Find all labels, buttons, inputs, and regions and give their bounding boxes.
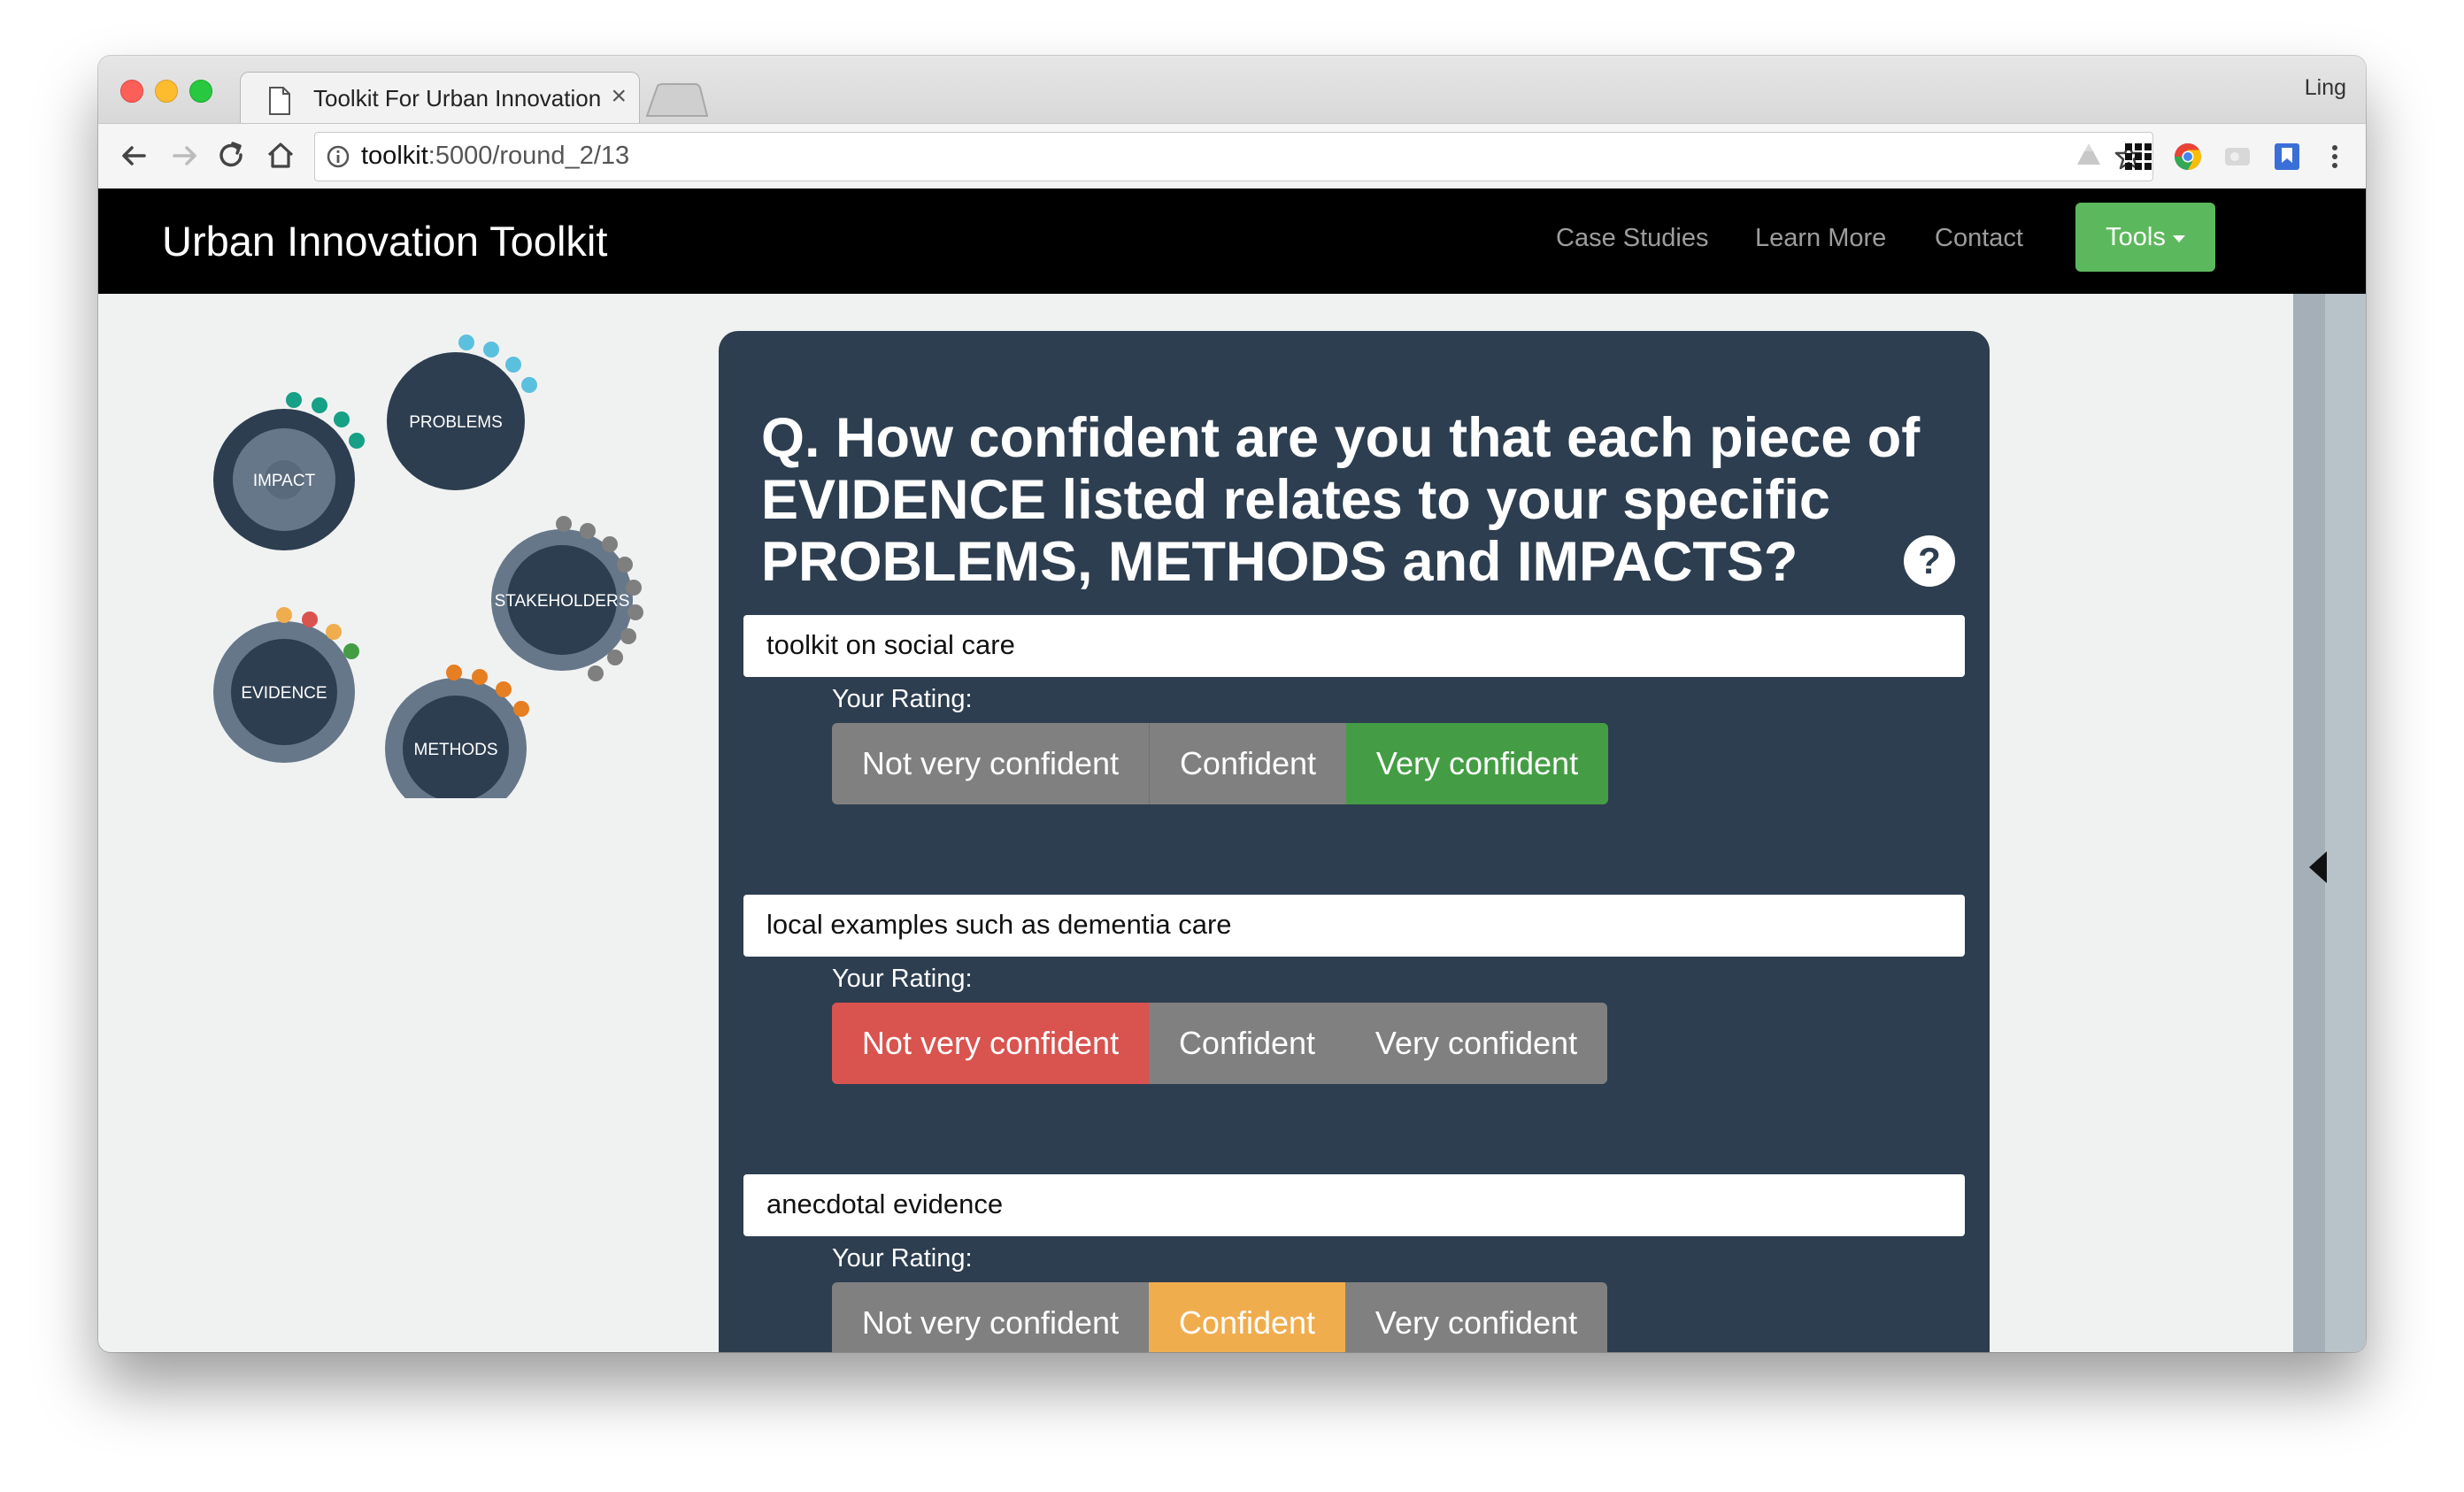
rating-very-confident-button[interactable]: Very confident [1346,723,1608,804]
evidence-item: toolkit on social care [743,615,1965,677]
caret-down-icon [2172,235,2185,242]
rating-confident-button[interactable]: Confident [1149,1282,1345,1352]
evidence-text: anecdotal evidence [766,1188,1004,1219]
rating-label: Your Rating: [832,685,973,713]
tools-label: Tools [2106,222,2166,251]
bookmark-extension-icon[interactable] [2270,140,2304,173]
node-label-impact: IMPACT [253,472,316,490]
svg-text:?: ? [1918,540,1941,581]
menu-kebab-icon[interactable] [2318,140,2352,173]
browser-window: Toolkit For Urban Innovation × Ling tool… [98,56,2366,1352]
node-methods[interactable]: METHODS [385,665,529,798]
rating-very-confident-button[interactable]: Very confident [1345,1282,1607,1352]
title-bar: Toolkit For Urban Innovation × Ling [98,56,2366,126]
evidence-text: toolkit on social care [766,629,1015,660]
node-label-methods: METHODS [414,741,498,759]
rating-not-very-confident-button[interactable]: Not very confident [832,1282,1149,1352]
close-window-button[interactable] [120,80,143,103]
question-mark-icon[interactable]: ? [1903,535,1956,588]
rating-label: Your Rating: [832,1244,973,1273]
url-text: toolkit:5000/round_2/13 [361,142,630,170]
node-label-stakeholders: STAKEHOLDERS [495,592,630,611]
page-content: PROBLEMS IMPACT STAKEHOLDERS EVIDENCE ME… [98,294,2366,1352]
rating-button-group: Not very confident Confident Very confid… [832,1282,1607,1352]
question-text: Q. How confident are you that each piece… [761,407,1921,593]
node-label-evidence: EVIDENCE [241,684,327,703]
tools-dropdown-button[interactable]: Tools [2075,203,2215,272]
node-evidence[interactable]: EVIDENCE [213,607,359,763]
maximize-window-button[interactable] [189,80,212,103]
browser-toolbar: toolkit:5000/round_2/13 [98,123,2366,189]
rating-confident-button[interactable]: Confident [1149,723,1346,804]
info-icon[interactable] [326,144,350,169]
rating-not-very-confident-button[interactable]: Not very confident [832,1003,1149,1084]
nav-learn-more[interactable]: Learn More [1755,224,1886,253]
nav-contact[interactable]: Contact [1935,224,2023,253]
side-drawer-handle[interactable] [2293,294,2325,1352]
site-navbar: Urban Innovation Toolkit Case Studies Le… [98,188,2366,294]
minimize-window-button[interactable] [155,80,178,103]
drive-extension-icon[interactable] [2072,140,2106,173]
new-tab-button[interactable] [645,82,709,118]
chrome-extension-icon[interactable] [2171,140,2205,173]
question-panel: Q. How confident are you that each piece… [719,331,1990,1352]
node-stakeholders[interactable]: STAKEHOLDERS [491,516,643,681]
evidence-item: anecdotal evidence [743,1174,1965,1236]
apps-grid-icon[interactable] [2121,140,2155,173]
profile-name[interactable]: Ling [2305,75,2346,101]
evidence-item: local examples such as dementia care [743,895,1965,957]
triangle-left-icon[interactable] [2309,851,2327,883]
tab-title: Toolkit For Urban Innovation [313,85,602,112]
rating-label: Your Rating: [832,965,973,993]
evidence-text: local examples such as dementia care [766,909,1232,940]
cast-extension-icon[interactable] [2221,140,2254,173]
browser-tab[interactable]: Toolkit For Urban Innovation × [240,72,640,126]
nav-case-studies[interactable]: Case Studies [1556,224,1709,253]
rating-not-very-confident-button[interactable]: Not very confident [832,723,1149,804]
node-problems[interactable]: PROBLEMS [387,335,537,490]
rating-very-confident-button[interactable]: Very confident [1345,1003,1607,1084]
rating-button-group: Not very confident Confident Very confid… [832,1003,1607,1084]
node-label-problems: PROBLEMS [409,413,503,432]
forward-arrow-icon[interactable] [167,138,203,173]
address-bar[interactable]: toolkit:5000/round_2/13 [314,132,2153,181]
framework-diagram: PROBLEMS IMPACT STAKEHOLDERS EVIDENCE ME… [213,335,643,798]
reload-icon[interactable] [213,138,249,173]
home-icon[interactable] [263,138,298,173]
document-icon [269,87,290,115]
brand-title[interactable]: Urban Innovation Toolkit [162,217,607,265]
tab-close-icon[interactable]: × [611,81,627,112]
rating-button-group: Not very confident Confident Very confid… [832,723,1608,804]
rating-confident-button[interactable]: Confident [1149,1003,1345,1084]
back-arrow-icon[interactable] [116,138,151,173]
side-drawer-rail[interactable] [2293,294,2366,1352]
node-impact[interactable]: IMPACT [213,392,365,550]
